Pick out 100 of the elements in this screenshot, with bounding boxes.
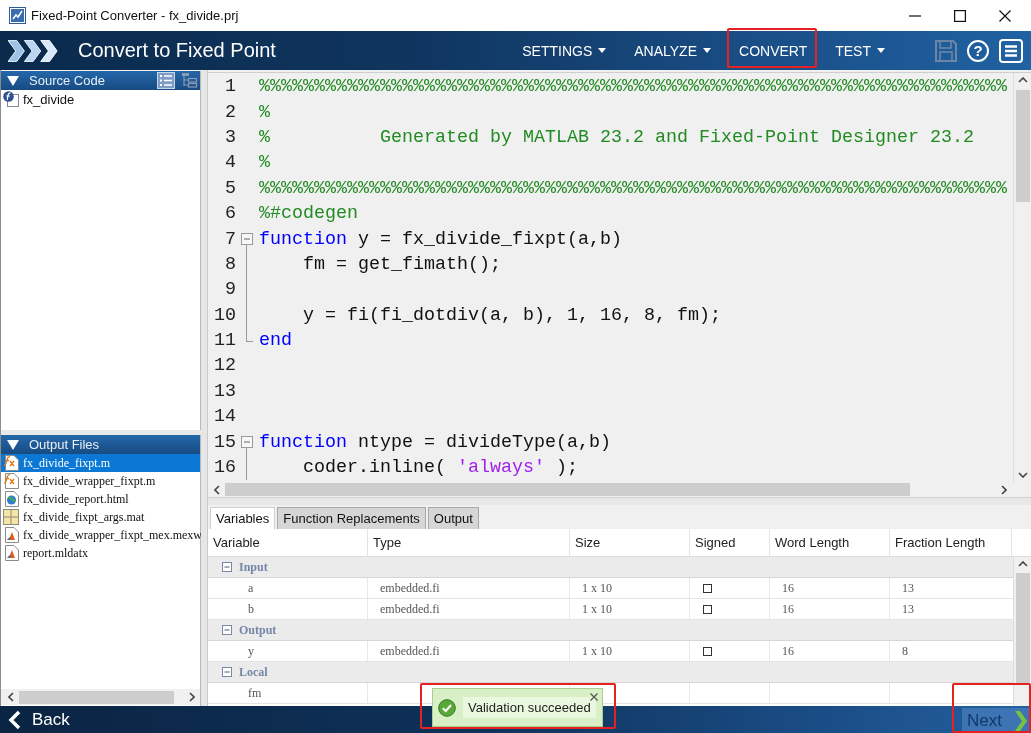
tab[interactable]: Function Replacements [277, 507, 426, 529]
scroll-up-icon[interactable] [1017, 77, 1028, 83]
checkbox[interactable] [703, 646, 712, 656]
scroll-left-icon[interactable] [8, 692, 14, 702]
checkbox[interactable] [703, 583, 712, 593]
app-icon [9, 7, 26, 24]
collapse-icon[interactable] [241, 233, 253, 246]
menu-button[interactable]: SETTINGS [512, 33, 617, 68]
column-header: Word Length [770, 529, 890, 556]
scrollbar-thumb[interactable] [1015, 573, 1030, 683]
code-text: %#codegen [259, 203, 358, 225]
line-number: 6 [225, 203, 236, 225]
collapse-icon[interactable] [241, 436, 253, 449]
chevrons-logo-icon [8, 39, 60, 62]
table-cell: 16 [782, 601, 794, 617]
table-cell: b [248, 601, 254, 617]
line-number: 11 [214, 330, 236, 352]
line-number: 9 [225, 279, 236, 301]
file-item[interactable]: fx_divide_fixpt.m [1, 454, 200, 472]
code-text: y = fi(fi_dotdiv(a, b), 1, 16, 8, fm); [302, 304, 721, 326]
file-item[interactable]: fx_divide [1, 90, 200, 108]
line-number: 14 [214, 406, 236, 428]
code-text: fm = get_fimath(); [302, 253, 501, 275]
table-cell: 1 x 10 [582, 643, 612, 659]
code-text: function ntype = divideType(a,b) [259, 431, 611, 453]
table-cell: embedded.fi [380, 580, 440, 596]
scroll-right-icon[interactable] [1001, 484, 1007, 495]
code-text: %%%%%%%%%%%%%%%%%%%%%%%%%%%%%%%%%%%%%%%%%%%%%%%%%%%%%%%%%%%%%%%%%%%% [259, 76, 1007, 98]
tab[interactable]: Output [427, 507, 479, 529]
line-number: 16 [214, 457, 236, 479]
scroll-right-icon[interactable] [189, 692, 195, 702]
scrollbar[interactable] [1013, 557, 1031, 706]
help-button[interactable]: ? [967, 39, 989, 62]
column-header: Size [570, 529, 690, 556]
file-item[interactable]: fx_divide_wrapper_fixpt.m [1, 472, 200, 490]
line-number: 5 [225, 177, 236, 199]
scrollbar[interactable] [1, 689, 200, 705]
menu-button[interactable]: ANALYZE [624, 33, 721, 68]
fold-end-line [246, 327, 253, 342]
menu-icon[interactable] [999, 38, 1023, 63]
table-cell: 8 [902, 643, 908, 659]
code-text: %%%%%%%%%%%%%%%%%%%%%%%%%%%%%%%%%%%%%%%%%%%%%%%%%%%%%%%%%%%%%%%%%%%% [259, 177, 1007, 199]
back-button[interactable]: Back [0, 706, 76, 733]
tree-view-icon[interactable] [180, 72, 198, 89]
column-header: Fraction Length [890, 529, 1012, 556]
collapse-triangle-icon[interactable] [7, 438, 19, 451]
table-cell: y [248, 643, 254, 659]
scrollbar-thumb[interactable] [225, 483, 910, 496]
maximize-icon[interactable] [954, 9, 966, 22]
collapse-icon[interactable] [222, 667, 232, 677]
group-label: Output [239, 622, 277, 638]
chevron-left-icon [8, 709, 21, 730]
table-cell: fm [248, 685, 262, 701]
panel-title: Output Files [29, 437, 100, 452]
scroll-left-icon[interactable] [214, 484, 220, 495]
line-number: 13 [214, 380, 236, 402]
file-item[interactable]: fx_divide_wrapper_fixpt_mex.mexw [1, 526, 200, 544]
file-item[interactable]: report.mldatx [1, 544, 200, 562]
column-header: Variable [208, 529, 368, 556]
code-text: coder.inline( 'always' ); [302, 457, 578, 479]
column-header: Type [368, 529, 570, 556]
file-item[interactable]: fx_divide_fixpt_args.mat [1, 508, 200, 526]
tab[interactable]: Variables [210, 507, 276, 529]
line-number: 8 [225, 253, 236, 275]
table-cell: embedded.fi [380, 643, 440, 659]
file-item[interactable]: fx_divide_report.html [1, 490, 200, 508]
toast-message: Validation succeeded [463, 697, 596, 718]
column-header: Signed [690, 529, 770, 556]
scroll-down-icon[interactable] [1017, 472, 1028, 478]
close-icon[interactable] [999, 9, 1011, 22]
scroll-up-icon[interactable] [1017, 561, 1028, 567]
grid-file-icon [3, 509, 19, 525]
menu-button[interactable]: TEST [825, 33, 895, 68]
table-cell: a [248, 580, 254, 596]
line-number: 1 [225, 76, 236, 98]
close-icon[interactable] [590, 693, 598, 701]
line-number: 7 [225, 228, 236, 250]
table-cell: embedded.fi [380, 601, 440, 617]
group-label: Input [239, 559, 268, 575]
scrollbar[interactable] [1013, 73, 1031, 482]
scrollbar-thumb[interactable] [19, 690, 174, 704]
page-title: Convert to Fixed Point [78, 39, 276, 62]
collapse-triangle-icon[interactable] [7, 74, 19, 87]
scrollbar-thumb[interactable] [1015, 90, 1030, 202]
checkbox[interactable] [703, 604, 712, 614]
code-text: function y = fx_divide_fixpt(a,b) [259, 228, 622, 250]
minimize-icon[interactable] [909, 14, 921, 17]
list-view-icon[interactable] [157, 72, 175, 89]
table-cell: 1 x 10 [582, 580, 612, 596]
table-cell: 16 [782, 580, 794, 596]
code-text: end [259, 330, 292, 352]
collapse-icon[interactable] [222, 562, 232, 572]
menu-button[interactable]: CONVERT [729, 33, 818, 68]
group-label: Local [239, 664, 268, 680]
line-number: 10 [214, 304, 236, 326]
table-cell: 13 [902, 601, 914, 617]
line-number: 4 [225, 152, 236, 174]
panel-title: Source Code [29, 73, 105, 88]
table-cell: 1 x 10 [582, 601, 612, 617]
collapse-icon[interactable] [222, 625, 232, 635]
